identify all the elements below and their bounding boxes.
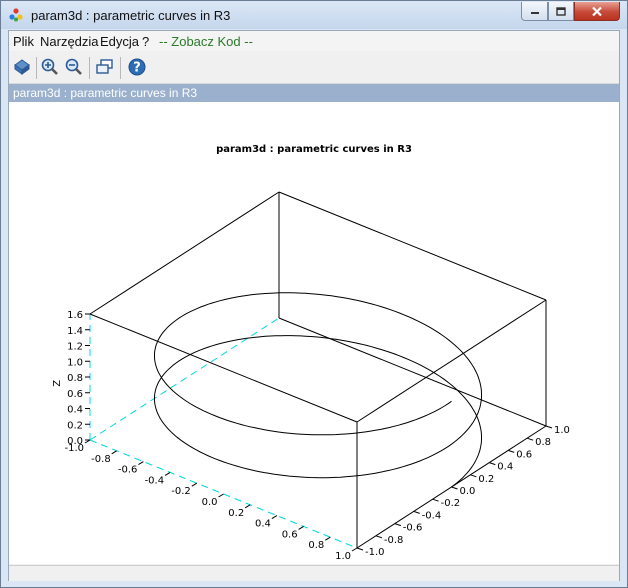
menu-tools[interactable]: Narzędzia [40, 34, 99, 49]
menu-bar: Plik Narzędzia Edycja ? -- Zobacz Kod -- [9, 31, 619, 51]
y-tick-mark [489, 462, 496, 466]
maximize-button[interactable] [548, 2, 574, 21]
y-tick-label: 0.6 [516, 449, 532, 460]
datatip-icon [96, 59, 113, 74]
chart-title: param3d : parametric curves in R3 [216, 144, 412, 155]
y-tick-mark [394, 523, 401, 527]
y-tick-mark [545, 425, 553, 429]
z-axis-label: Z [52, 380, 63, 387]
datatip-button[interactable] [94, 56, 116, 78]
x-tick-label: 0.0 [202, 497, 218, 508]
x-tick-label: 1.0 [335, 551, 351, 562]
box-edge-line [278, 317, 547, 427]
toolbar-separator [89, 57, 90, 79]
rotate-icon [14, 59, 30, 75]
zoom-out-button[interactable] [63, 56, 85, 78]
zoom-in-button[interactable] [39, 56, 61, 78]
x-tick-mark [351, 547, 358, 552]
toolbar-separator [120, 57, 121, 79]
x-tick-label: 0.4 [255, 519, 271, 530]
help-button[interactable]: ? [126, 56, 148, 78]
window-title: param3d : parametric curves in R3 [31, 8, 231, 23]
y-tick-label: -0.4 [422, 510, 442, 521]
figure-header: param3d : parametric curves in R3 [9, 84, 619, 102]
z-tick-label: 0.6 [67, 389, 83, 400]
menu-help[interactable]: ? [142, 34, 149, 49]
minimize-button[interactable] [521, 2, 548, 21]
menu-view-code[interactable]: -- Zobacz Kod -- [159, 34, 253, 49]
scilab-app-icon [9, 8, 23, 22]
x-tick-label: -0.6 [118, 465, 138, 476]
y-tick-mark [413, 510, 420, 514]
x-tick-label: 0.2 [228, 508, 244, 519]
parametric-curve-line [154, 292, 482, 488]
y-tick-mark [375, 535, 383, 539]
y-tick-mark [432, 498, 439, 502]
plot-canvas[interactable]: -1.0 -0.8 -0.6 -0.4 -0.2 0.0 0.2 0.4 0.6 0.8 1.0 1.… [9, 102, 619, 564]
z-tick-label: 1.6 [67, 310, 83, 321]
menu-file[interactable]: Plik [13, 34, 34, 49]
toolbar-separator [36, 57, 37, 79]
y-tick-label: 0.8 [535, 437, 551, 448]
x-tick-mark [111, 450, 117, 455]
x-tick-label: -0.8 [91, 454, 111, 465]
y-tick-label: -0.6 [403, 523, 423, 534]
z-tick-label: 1.2 [67, 342, 83, 353]
y-tick-label: 0.4 [497, 462, 513, 473]
figure-header-text: param3d : parametric curves in R3 [13, 86, 198, 100]
y-tick-mark [470, 474, 477, 478]
x-tick-label: 0.8 [308, 540, 324, 551]
y-tick-label: -0.2 [441, 498, 461, 509]
toolbar: ? [9, 53, 619, 84]
x-tick-mark [138, 461, 144, 466]
y-tick-mark [451, 486, 458, 490]
zoom-out-icon [65, 58, 82, 75]
z-tick-label: 0.0 [67, 436, 83, 447]
x-tick-label: -0.2 [171, 486, 191, 497]
x-tick-mark [164, 471, 171, 476]
y-tick-label: 0.0 [460, 486, 476, 497]
y-tick-mark [508, 449, 515, 453]
close-button[interactable] [574, 2, 620, 21]
title-bar[interactable]: param3d : parametric curves in R3 [1, 1, 627, 29]
x-tick-mark [325, 536, 331, 541]
box-edge-line [278, 191, 547, 301]
x-tick-mark [218, 493, 224, 498]
y-tick-mark [526, 437, 534, 441]
x-tick-mark [298, 525, 304, 530]
close-icon [592, 6, 602, 16]
param3d-plot[interactable]: -1.0-0.8-0.6-0.4-0.20.00.20.40.60.81.01.… [9, 102, 619, 564]
minimize-icon [530, 12, 539, 14]
svg-text:?: ? [133, 61, 141, 76]
z-tick-label: 0.2 [67, 420, 83, 431]
box-edge-line [89, 313, 358, 423]
x-tick-mark [271, 515, 278, 520]
z-tick-label: 0.8 [67, 373, 83, 384]
y-tick-label: 1.0 [554, 425, 570, 436]
y-tick-label: 0.2 [478, 474, 494, 485]
z-tick-label: 0.4 [67, 405, 83, 416]
x-tick-label: -0.4 [145, 475, 165, 486]
z-tick-label: 1.4 [67, 326, 83, 337]
rotate-button[interactable] [11, 56, 33, 78]
box-edge-line [89, 191, 280, 315]
application-window: param3d : parametric curves in R3 Plik N… [0, 0, 628, 588]
z-tick-label: 1.0 [67, 357, 83, 368]
y-tick-label: -1.0 [365, 547, 385, 558]
x-tick-label: 0.6 [282, 529, 298, 540]
x-tick-mark [244, 504, 251, 509]
menu-edit[interactable]: Edycja [100, 34, 139, 49]
y-tick-mark [356, 547, 364, 551]
y-tick-label: -0.8 [384, 535, 404, 546]
status-bar [9, 565, 619, 581]
zoom-in-icon [41, 58, 58, 75]
help-icon: ? [128, 58, 146, 76]
maximize-icon [556, 6, 566, 16]
x-tick-mark [191, 482, 198, 487]
client-area: Plik Narzędzia Edycja ? -- Zobacz Kod -- [8, 30, 620, 581]
